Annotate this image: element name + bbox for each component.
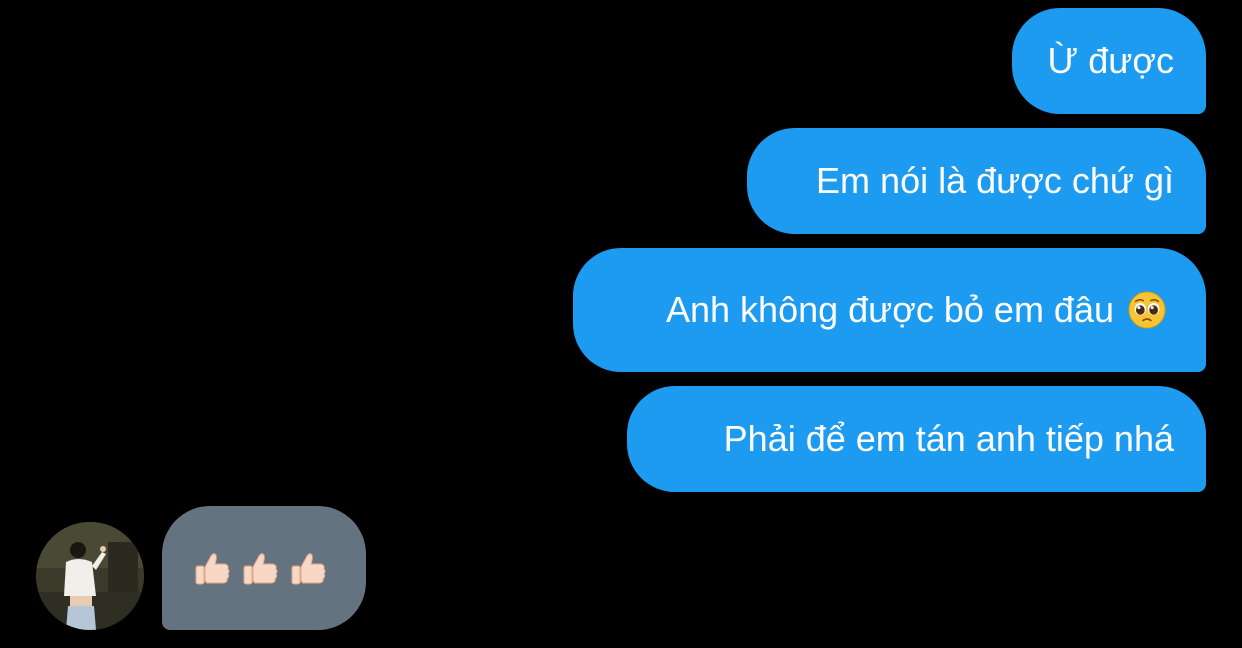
pleading-face-icon [1128,291,1166,329]
thumbs-up-icon [195,553,230,585]
thumbs-up-group [192,548,328,588]
message-text: Ừ được [1047,40,1174,81]
sent-message-bubble[interactable]: Phải để em tán anh tiếp nhá [627,386,1206,492]
sent-message-bubble[interactable]: Anh không được bỏ em đâu [573,248,1206,372]
sent-message-bubble[interactable]: Ừ được [1012,8,1206,114]
thumbs-up-icon [291,553,326,585]
avatar[interactable] [36,522,144,630]
chat-thread: Ừ được Em nói là được chứ gì Anh không đ… [0,0,1242,648]
avatar-photo [36,522,144,630]
message-text: Em nói là được chứ gì [816,160,1174,201]
sent-message-bubble[interactable]: Em nói là được chứ gì [747,128,1206,234]
thumbs-up-icon [243,553,278,585]
received-message-bubble[interactable] [162,506,366,630]
message-text: Phải để em tán anh tiếp nhá [723,418,1174,459]
message-text: Anh không được bỏ em đâu [666,289,1114,330]
